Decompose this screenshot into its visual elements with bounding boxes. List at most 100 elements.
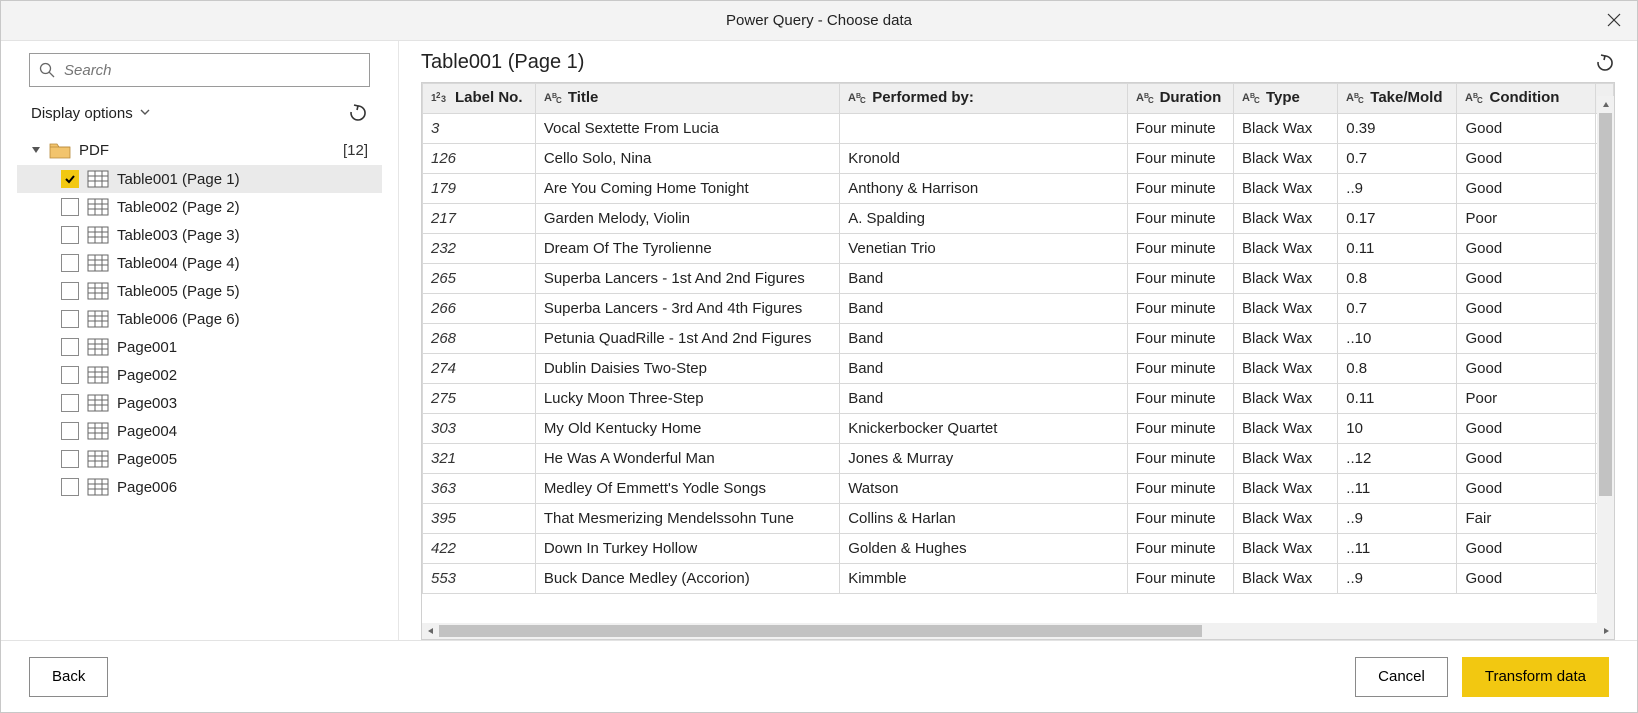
table-cell: Are You Coming Home Tonight	[535, 174, 839, 204]
column-header[interactable]: ABCCondition	[1457, 84, 1595, 114]
data-table: 123Label No.ABCTitleABCPerformed by:ABCD…	[422, 83, 1614, 594]
table-cell: Band	[840, 324, 1127, 354]
table-row[interactable]: 266Superba Lancers - 3rd And 4th Figures…	[423, 294, 1614, 324]
scroll-left-arrow-icon	[422, 623, 439, 639]
tree-item[interactable]: Page001	[17, 333, 382, 361]
svg-text:A: A	[544, 92, 552, 104]
table-row[interactable]: 217Garden Melody, ViolinA. SpaldingFour …	[423, 204, 1614, 234]
tree-item[interactable]: Table006 (Page 6)	[17, 305, 382, 333]
search-input[interactable]	[29, 53, 370, 87]
checkbox[interactable]	[61, 366, 79, 384]
table-cell: Lucky Moon Three-Step	[535, 384, 839, 414]
close-icon	[1607, 13, 1621, 30]
checkbox[interactable]	[61, 254, 79, 272]
folder-label: PDF	[79, 142, 335, 159]
tree-item[interactable]: Table003 (Page 3)	[17, 221, 382, 249]
tree-item[interactable]: Page005	[17, 445, 382, 473]
table-cell: ..10	[1338, 324, 1457, 354]
display-options-dropdown[interactable]: Display options	[31, 105, 151, 122]
table-row[interactable]: 268Petunia QuadRille - 1st And 2nd Figur…	[423, 324, 1614, 354]
table-icon	[87, 282, 109, 300]
checkbox[interactable]	[61, 198, 79, 216]
table-cell: Band	[840, 354, 1127, 384]
tree-item[interactable]: Table002 (Page 2)	[17, 193, 382, 221]
table-cell: 275	[423, 384, 536, 414]
table-row[interactable]: 274Dublin Daisies Two-StepBandFour minut…	[423, 354, 1614, 384]
table-cell: Fair	[1457, 504, 1595, 534]
checkbox[interactable]	[61, 170, 79, 188]
tree-item[interactable]: Page004	[17, 417, 382, 445]
checkbox[interactable]	[61, 310, 79, 328]
table-cell: Poor	[1457, 384, 1595, 414]
table-cell: Black Wax	[1233, 414, 1337, 444]
table-row[interactable]: 126Cello Solo, NinaKronoldFour minuteBla…	[423, 144, 1614, 174]
table-cell: Good	[1457, 144, 1595, 174]
tree-item[interactable]: Table001 (Page 1)	[17, 165, 382, 193]
table-cell: 0.8	[1338, 354, 1457, 384]
table-cell: Good	[1457, 234, 1595, 264]
navigator-pane: Display options PDF	[1, 41, 399, 640]
refresh-button[interactable]	[348, 103, 368, 123]
checkbox[interactable]	[61, 394, 79, 412]
table-cell: Four minute	[1127, 354, 1233, 384]
table-cell: 303	[423, 414, 536, 444]
preview-refresh-button[interactable]	[1595, 53, 1615, 73]
checkbox[interactable]	[61, 338, 79, 356]
table-row[interactable]: 275Lucky Moon Three-StepBandFour minuteB…	[423, 384, 1614, 414]
column-header-label: Title	[568, 89, 599, 106]
scrollbar-thumb[interactable]	[439, 625, 1202, 637]
tree-item[interactable]: Page003	[17, 389, 382, 417]
svg-text:C: C	[556, 96, 562, 104]
table-row[interactable]: 363Medley Of Emmett's Yodle SongsWatsonF…	[423, 474, 1614, 504]
table-cell: Four minute	[1127, 504, 1233, 534]
tree-item[interactable]: Table004 (Page 4)	[17, 249, 382, 277]
table-row[interactable]: 179Are You Coming Home TonightAnthony & …	[423, 174, 1614, 204]
tree-item[interactable]: Page006	[17, 473, 382, 501]
table-cell: Garden Melody, Violin	[535, 204, 839, 234]
table-cell: ..12	[1338, 444, 1457, 474]
table-cell: 0.11	[1338, 384, 1457, 414]
table-row[interactable]: 422Down In Turkey HollowGolden & HughesF…	[423, 534, 1614, 564]
checkbox[interactable]	[61, 450, 79, 468]
table-row[interactable]: 321He Was A Wonderful ManJones & MurrayF…	[423, 444, 1614, 474]
folder-pdf[interactable]: PDF [12]	[17, 135, 382, 165]
window-title: Power Query - Choose data	[726, 12, 912, 29]
table-cell: Good	[1457, 174, 1595, 204]
table-cell: Vocal Sextette From Lucia	[535, 114, 839, 144]
table-cell: That Mesmerizing Mendelssohn Tune	[535, 504, 839, 534]
table-row[interactable]: 232Dream Of The TyrolienneVenetian TrioF…	[423, 234, 1614, 264]
vertical-scrollbar[interactable]	[1597, 113, 1614, 623]
column-header[interactable]: ABCTitle	[535, 84, 839, 114]
transform-data-button[interactable]: Transform data	[1462, 657, 1609, 697]
horizontal-scrollbar[interactable]	[421, 623, 1615, 640]
column-header[interactable]: ABCPerformed by:	[840, 84, 1127, 114]
checkbox[interactable]	[61, 226, 79, 244]
table-row[interactable]: 3Vocal Sextette From LuciaFour minuteBla…	[423, 114, 1614, 144]
table-cell: Black Wax	[1233, 174, 1337, 204]
table-row[interactable]: 303My Old Kentucky HomeKnickerbocker Qua…	[423, 414, 1614, 444]
column-header[interactable]: ABCTake/Mold	[1338, 84, 1457, 114]
back-button[interactable]: Back	[29, 657, 108, 697]
close-button[interactable]	[1591, 1, 1637, 41]
column-header[interactable]: 123Label No.	[423, 84, 536, 114]
column-header[interactable]: ABCType	[1233, 84, 1337, 114]
tree-item[interactable]: Page002	[17, 361, 382, 389]
column-header[interactable]: ABCDuration	[1127, 84, 1233, 114]
table-cell: Black Wax	[1233, 144, 1337, 174]
table-icon	[87, 450, 109, 468]
checkbox[interactable]	[61, 478, 79, 496]
table-icon	[87, 310, 109, 328]
table-row[interactable]: 553Buck Dance Medley (Accorion)KimmbleFo…	[423, 564, 1614, 594]
table-cell: Black Wax	[1233, 384, 1337, 414]
table-cell: 268	[423, 324, 536, 354]
svg-text:C: C	[1477, 96, 1483, 104]
scrollbar-thumb[interactable]	[1599, 113, 1612, 496]
cancel-button[interactable]: Cancel	[1355, 657, 1448, 697]
tree-item[interactable]: Table005 (Page 5)	[17, 277, 382, 305]
checkbox[interactable]	[61, 282, 79, 300]
table-row[interactable]: 265Superba Lancers - 1st And 2nd Figures…	[423, 264, 1614, 294]
table-row[interactable]: 395That Mesmerizing Mendelssohn TuneColl…	[423, 504, 1614, 534]
table-cell: He Was A Wonderful Man	[535, 444, 839, 474]
column-header-label: Performed by:	[872, 89, 974, 106]
checkbox[interactable]	[61, 422, 79, 440]
